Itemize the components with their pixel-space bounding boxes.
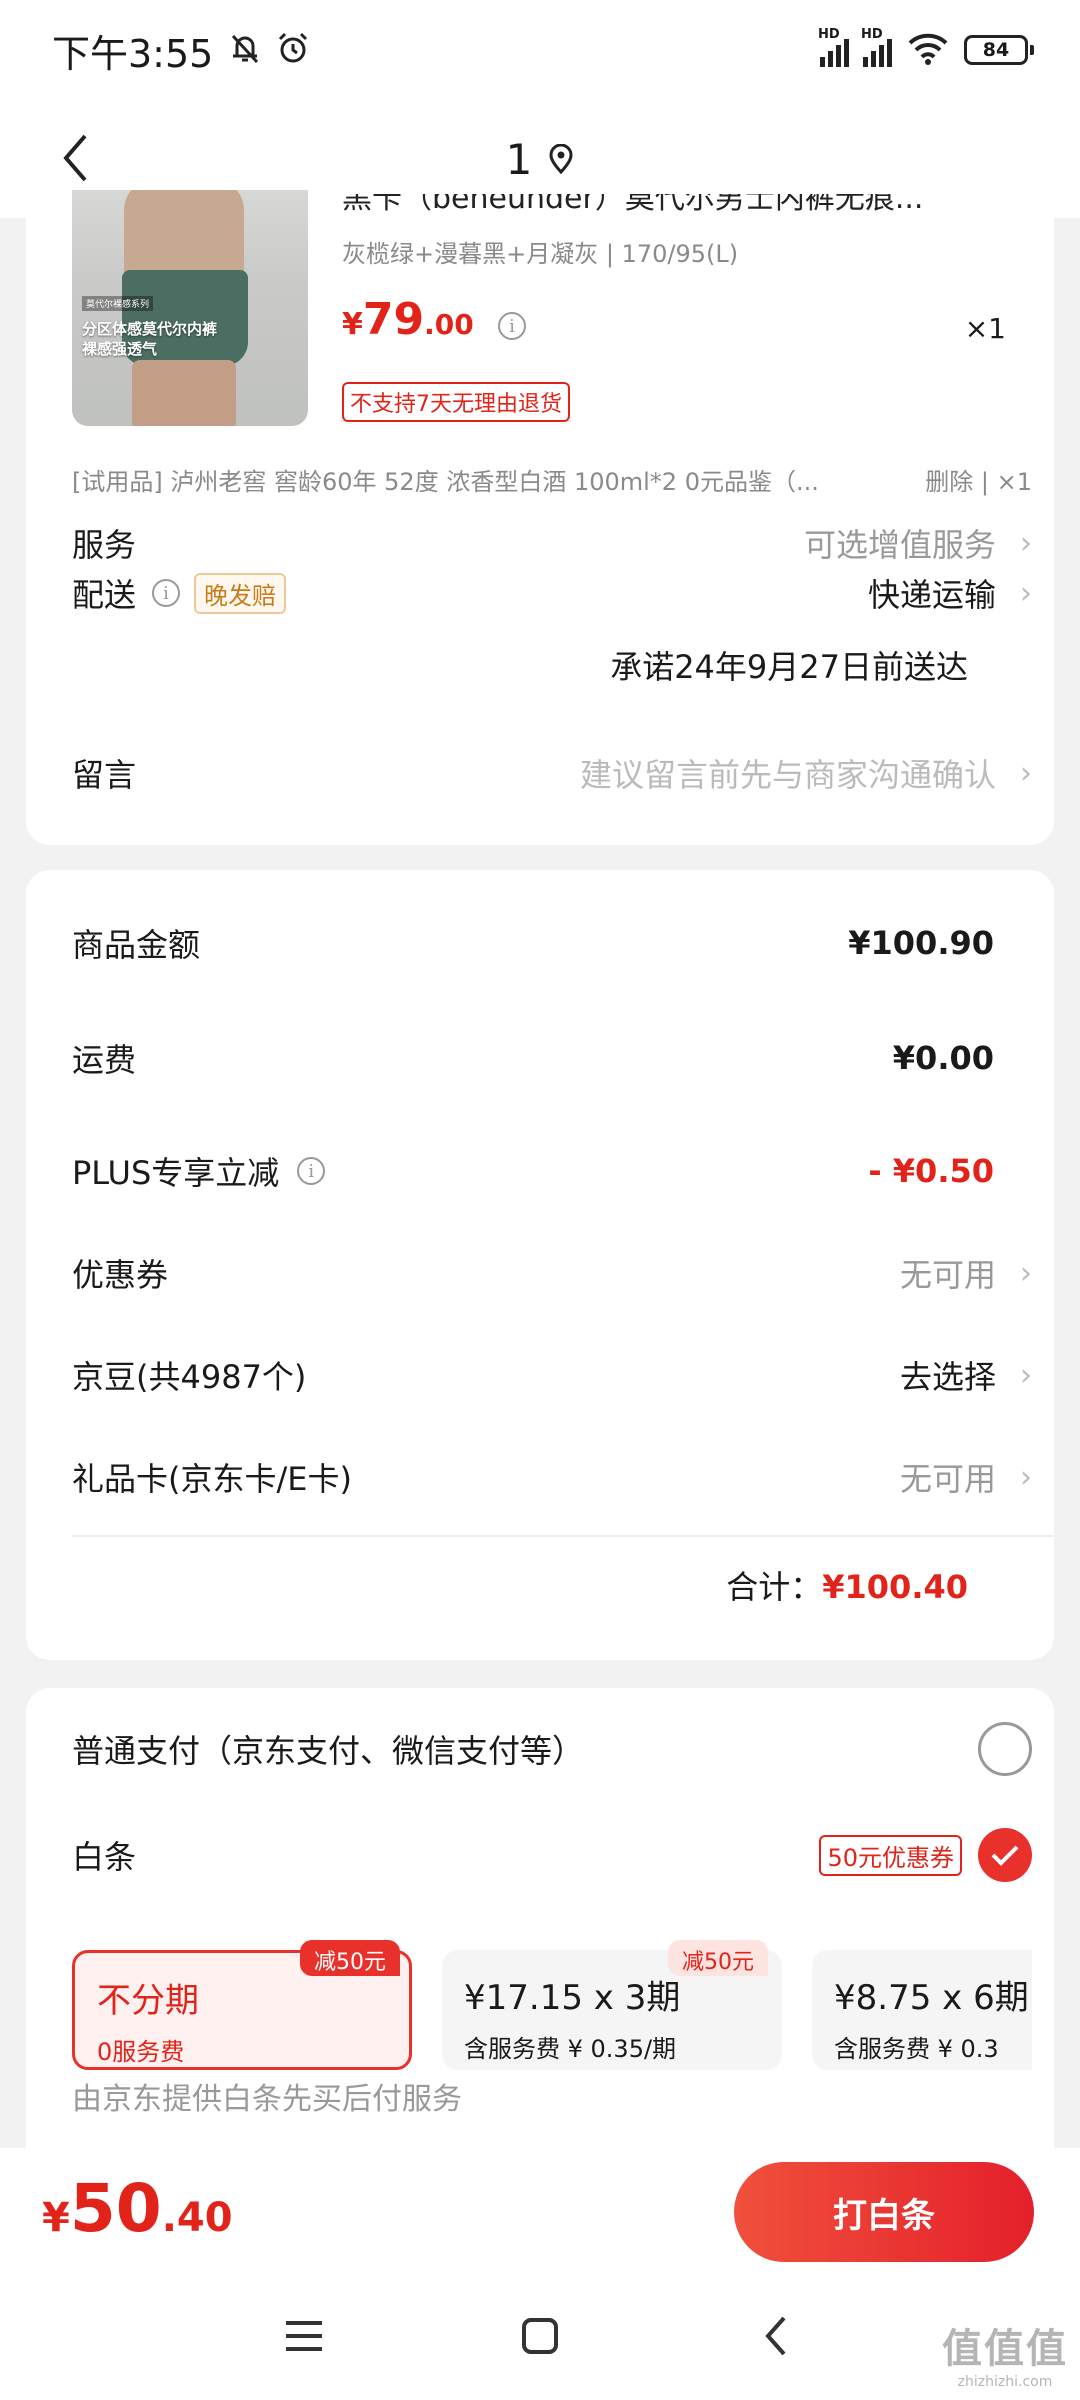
trial-delete-button[interactable]: 删除 | ×1 [925, 462, 1032, 497]
trial-item: [试用品] 泸州老窖 窖龄60年 52度 浓香型白酒 100ml*2 0元品鉴（… [72, 462, 1032, 497]
total-label: 合计： [726, 1568, 823, 1606]
chevron-right-icon: › [1020, 1459, 1032, 1495]
service-row[interactable]: 服务 可选增值服务 › [72, 520, 1032, 566]
message-placeholder[interactable]: 建议留言前先与商家沟通确认 [580, 750, 996, 796]
goods-amount-row: 商品金额 ¥100.90 [72, 920, 1032, 966]
plan-title: 不分期 [97, 1981, 199, 2021]
plus-discount-row: PLUS专享立减 i - ¥0.50 [72, 1148, 1032, 1194]
product-quantity: ×1 [964, 312, 1006, 345]
jingdou-row[interactable]: 京豆(共4987个) 去选择 › [72, 1352, 1032, 1398]
plus-discount-label: PLUS专享立减 [72, 1154, 280, 1192]
giftcard-row[interactable]: 礼品卡(京东卡/E卡) 无可用 › [72, 1454, 1032, 1500]
delivery-promise: 承诺24年9月27日前送达 [610, 648, 968, 686]
chevron-right-icon: › [1020, 1357, 1032, 1393]
message-label: 留言 [72, 756, 137, 794]
delivery-value: 快递运输 [867, 576, 996, 614]
product-name[interactable]: 黑卡（beneunder）莫代尔男士内裤无痕... [342, 194, 1032, 222]
product-price: ¥ 79 .00 [342, 294, 474, 345]
plan-discount-badge: 减50元 [300, 1940, 400, 1976]
plan-6-installments[interactable]: ¥8.75 x 6期 含服务费 ¥ 0.3 [812, 1950, 1032, 2070]
product-image[interactable]: 莫代尔裸感系列 分区体感莫代尔内裤 裸感强透气 [72, 190, 308, 426]
pay-with-baitiao-button[interactable]: 打白条 [734, 2162, 1034, 2262]
coupon-value: 无可用 [899, 1256, 996, 1294]
watermark-url: zhizhizhi.com [957, 2374, 1053, 2390]
delivery-info-icon[interactable]: i [152, 579, 181, 607]
goods-amount-label: 商品金额 [72, 926, 201, 964]
goods-amount-value: ¥100.90 [848, 924, 994, 962]
payment-card: 普通支付（京东支付、微信支付等） 白条 50元优惠券 不分期 0服务费 减50元… [26, 1688, 1054, 2148]
battery-icon: 84 [964, 35, 1034, 65]
baitiao-note: 由京东提供白条先买后付服务 [72, 2082, 462, 2117]
status-time: 下午3:55 [52, 31, 214, 76]
plan-subtitle: 含服务费 ¥ 0.3 [834, 2035, 999, 2063]
plan-title: ¥17.15 x 3期 [464, 1978, 681, 2018]
chevron-right-icon: › [1020, 525, 1032, 561]
bell-muted-icon [227, 30, 263, 70]
coupon-row[interactable]: 优惠券 无可用 › [72, 1250, 1032, 1296]
shipping-row: 运费 ¥0.00 [72, 1035, 1032, 1081]
plus-discount-value: - ¥0.50 [868, 1152, 994, 1190]
plus-info-icon[interactable]: i [297, 1157, 326, 1185]
order-items-card: 莫代尔裸感系列 分区体感莫代尔内裤 裸感强透气 黑卡（beneunder）莫代尔… [26, 190, 1054, 845]
alarm-icon [275, 30, 311, 70]
location-pin-icon [548, 135, 574, 184]
baitiao-coupon-badge: 50元优惠券 [819, 1834, 962, 1876]
back-nav-icon[interactable] [746, 2306, 806, 2366]
no-return-badge: 不支持7天无理由退货 [342, 382, 570, 422]
total-row: 合计： ¥100.40 [726, 1562, 968, 1608]
shipping-label: 运费 [72, 1041, 137, 1079]
divider [72, 1535, 1054, 1537]
total-value: ¥100.40 [822, 1568, 968, 1606]
delivery-row[interactable]: 配送 i 晚发赔 快递运输 › [72, 570, 1032, 616]
baitiao-payment-option[interactable]: 白条 50元优惠券 [72, 1828, 1032, 1882]
message-row[interactable]: 留言 建议留言前先与商家沟通确认 › [72, 750, 1032, 796]
plan-subtitle: 含服务费 ¥ 0.35/期 [464, 2035, 677, 2063]
price-summary-card: 商品金额 ¥100.90 运费 ¥0.00 PLUS专享立减 i - ¥0.50… [26, 870, 1054, 1660]
service-value: 可选增值服务 [803, 526, 996, 564]
delivery-label: 配送 [72, 576, 137, 614]
product-image-caption: 分区体感莫代尔内裤 裸感强透气 [82, 320, 218, 358]
normal-payment-option[interactable]: 普通支付（京东支付、微信支付等） [72, 1722, 1032, 1776]
plan-discount-badge: 减50元 [668, 1940, 768, 1976]
coupon-label: 优惠券 [72, 1256, 169, 1294]
normal-payment-radio[interactable] [978, 1722, 1032, 1776]
address-selector[interactable]: 1 [506, 135, 575, 184]
late-compensation-badge: 晚发赔 [194, 572, 287, 614]
payable-amount: ¥ 50 .40 [42, 2170, 233, 2247]
plan-subtitle: 0服务费 [97, 2038, 185, 2066]
jingdou-value: 去选择 [899, 1358, 996, 1396]
wifi-icon [906, 31, 950, 69]
home-icon[interactable] [510, 2306, 570, 2366]
chevron-right-icon: › [1020, 755, 1032, 791]
menu-icon[interactable] [274, 2306, 334, 2366]
giftcard-label: 礼品卡(京东卡/E卡) [72, 1460, 352, 1498]
check-icon [991, 1845, 1019, 1866]
watermark-logo: 值值值 [942, 2326, 1068, 2372]
nav-title: 1 [505, 134, 533, 184]
signal-icon-2: HD [861, 27, 892, 67]
jingdou-label: 京豆(共4987个) [72, 1358, 307, 1396]
chevron-right-icon: › [1020, 1255, 1032, 1291]
plan-title: ¥8.75 x 6期 [834, 1978, 1029, 2018]
signal-icon: HD [818, 27, 849, 67]
shipping-value: ¥0.00 [892, 1039, 994, 1077]
baitiao-label: 白条 [72, 1838, 137, 1876]
chevron-right-icon: › [1020, 575, 1032, 611]
back-button[interactable] [50, 128, 100, 188]
normal-payment-label: 普通支付（京东支付、微信支付等） [72, 1732, 585, 1770]
giftcard-value: 无可用 [899, 1460, 996, 1498]
chevron-left-icon [63, 134, 87, 182]
watermark: 值值值 zhizhizhi.com [942, 2316, 1068, 2390]
price-info-icon[interactable]: i [498, 312, 526, 340]
checkout-bar: ¥ 50 .40 打白条 [0, 2148, 1080, 2276]
trial-item-text: [试用品] 泸州老窖 窖龄60年 52度 浓香型白酒 100ml*2 0元品鉴（… [72, 468, 819, 496]
baitiao-radio-checked[interactable] [978, 1828, 1032, 1882]
system-nav-bar [0, 2276, 1080, 2400]
status-bar: 下午3:55 HD HD 84 [0, 0, 1080, 100]
service-label: 服务 [72, 526, 137, 564]
installment-plans: 不分期 0服务费 减50元 ¥17.15 x 3期 含服务费 ¥ 0.35/期 … [72, 1940, 1032, 2075]
product-spec: 灰榄绿+漫暮黑+月凝灰 | 170/95(L) [342, 240, 739, 268]
